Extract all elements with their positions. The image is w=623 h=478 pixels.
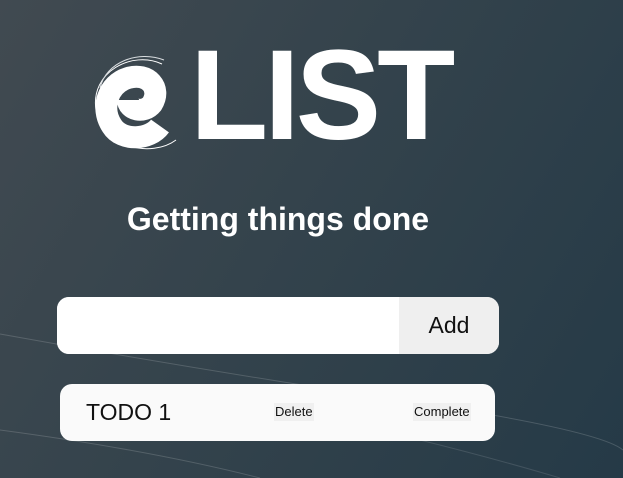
e-swirl-logo-icon [95, 56, 177, 150]
tagline: Getting things done [126, 201, 430, 237]
todo-item-text: TODO 1 [86, 399, 172, 425]
add-button[interactable]: Add [399, 297, 499, 354]
new-todo-form: Add [57, 297, 499, 354]
app-logo: LIST [92, 32, 472, 160]
delete-button[interactable]: Delete [274, 403, 314, 421]
todo-item: TODO 1 Delete Complete [60, 384, 495, 441]
complete-button[interactable]: Complete [413, 403, 471, 421]
logo-wordmark: LIST [190, 24, 455, 167]
new-todo-input[interactable] [57, 297, 399, 354]
